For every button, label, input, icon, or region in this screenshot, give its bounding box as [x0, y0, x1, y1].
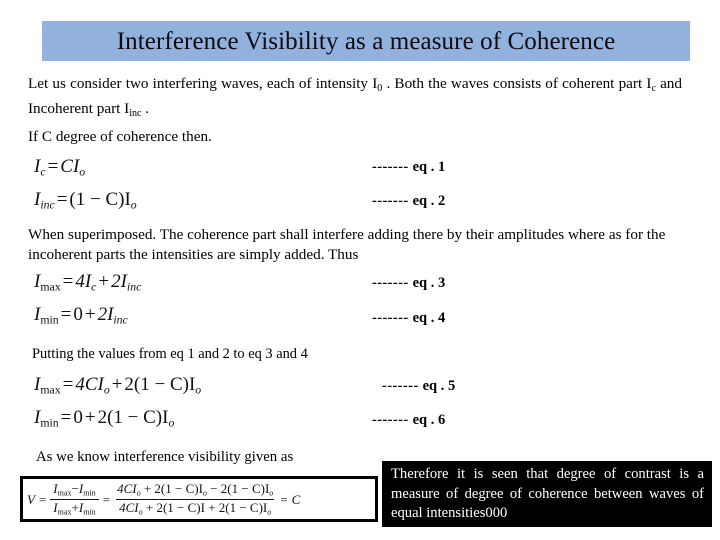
- equation-6-label: ------- eq . 6: [372, 413, 445, 428]
- f1n-a-sub: max: [57, 488, 72, 498]
- eq3-plus: +: [98, 271, 110, 292]
- visibility-v-symbol: V: [27, 491, 35, 507]
- visibility-formula-box: V = Imax−Imin Imax+Imin = 4CI o + 2(1 − C…: [20, 476, 378, 522]
- eq6-plus: +: [84, 407, 96, 428]
- f1d-b-sub: min: [83, 506, 96, 516]
- f2n-rest-a: + 2(1 − C)I: [140, 481, 203, 497]
- equation-3-label: ------- eq . 3: [372, 276, 445, 291]
- visibility-equals-3: =: [280, 491, 288, 507]
- intro-paragraph: Let us consider two interfering waves, e…: [28, 74, 682, 124]
- eq2-dashes: -------: [372, 193, 409, 209]
- equation-2-label: ------- eq . 2: [372, 194, 445, 209]
- eq1-rhs: CI: [60, 156, 80, 177]
- eq6-term1: 0: [73, 407, 83, 428]
- eq6-label-text: eq . 6: [412, 412, 446, 428]
- eq2-rhs-sub: o: [130, 198, 137, 212]
- eq4-term2-sub: inc: [113, 313, 128, 327]
- intro-subscript-inc: inc: [129, 107, 142, 119]
- equation-1: Ic = CIo: [34, 157, 85, 178]
- eq5-plus: +: [111, 374, 123, 395]
- eq1-dashes: -------: [372, 159, 409, 175]
- visibility-intro-line: As we know interference visibility given…: [36, 449, 294, 465]
- fraction-2-denominator: 4CIo + 2(1 − C)I + 2(1 − C)Io: [116, 498, 275, 516]
- f1d-a-sub: max: [57, 506, 72, 516]
- visibility-result: C: [291, 491, 301, 507]
- equation-3: Imax = 4Ic +2Iinc: [34, 272, 141, 293]
- eq1-label-text: eq . 1: [412, 159, 446, 175]
- eq3-lhs-sub: max: [40, 280, 61, 294]
- intro-text-d: .: [141, 99, 150, 117]
- eq5-term2: 2(1 − C)I: [124, 374, 196, 395]
- visibility-equals-1: =: [38, 491, 47, 507]
- slide-canvas: Interference Visibility as a measure of …: [0, 0, 720, 540]
- eq5-label-text: eq . 5: [422, 378, 456, 394]
- visibility-formula: V = Imax−Imin Imax+Imin = 4CI o + 2(1 − C…: [27, 481, 301, 516]
- f2n: 4CI: [117, 481, 137, 497]
- eq2-label-text: eq . 2: [412, 193, 446, 209]
- eq3-term1: 4I: [75, 271, 92, 292]
- eq5-equals: =: [62, 374, 74, 395]
- eq6-equals: =: [60, 407, 72, 428]
- eq2-rhs: (1 − C)I: [69, 189, 131, 210]
- f2d-rest-a: + 2(1 − C)I: [142, 499, 205, 515]
- eq1-lhs-sub: c: [40, 165, 46, 179]
- intro-text-b: . Both the waves consists of coherent pa…: [382, 75, 652, 92]
- eq2-equals: =: [56, 189, 68, 210]
- visibility-equals-2: =: [102, 491, 111, 507]
- f1n-b-sub: min: [83, 488, 96, 498]
- eq3-term2: 2I: [111, 271, 127, 292]
- f2d-rest-b-sub: o: [267, 506, 272, 516]
- putting-values-line: Putting the values from eq 1 and 2 to eq…: [32, 346, 308, 362]
- equation-1-label: ------- eq . 1: [372, 160, 445, 175]
- eq3-equals: =: [62, 271, 74, 292]
- eq4-term1: 0: [73, 304, 83, 325]
- equation-4-label: ------- eq . 4: [372, 311, 445, 326]
- eq4-dashes: -------: [372, 310, 409, 326]
- eq1-equals: =: [47, 156, 59, 177]
- f2n-rest-b: − 2(1 − C)I: [206, 481, 270, 497]
- equation-5: Imax = 4CIo +2(1 − C)Io: [34, 375, 201, 396]
- eq5-term1-sub: o: [103, 383, 110, 397]
- page-title: Interference Visibility as a measure of …: [116, 27, 616, 55]
- equation-6: Imin = 0 +2(1 − C)Io: [34, 408, 174, 429]
- intro-text-a: Let us consider two interfering waves, e…: [28, 75, 378, 92]
- equation-2: Iinc = (1 − C)Io: [34, 190, 137, 211]
- eq6-lhs-sub: min: [40, 416, 59, 430]
- eq5-lhs-sub: max: [40, 383, 61, 397]
- equation-4: Imin = 0 +2Iinc: [34, 305, 128, 326]
- conclusion-box: Therefore it is seen that degree of cont…: [382, 461, 712, 527]
- fraction-1-numerator: Imax−Imin: [50, 481, 98, 498]
- eq4-label-text: eq . 4: [412, 310, 446, 326]
- eq3-label-text: eq . 3: [412, 275, 446, 291]
- eq5-dashes: -------: [382, 378, 419, 394]
- eq4-equals: =: [60, 304, 72, 325]
- fraction-2-numerator: 4CIo + 2(1 − C)Io − 2(1 − C)Io: [114, 481, 276, 498]
- fraction-1-denominator: Imax+Imin: [50, 498, 99, 516]
- superimposed-paragraph: When superimposed. The coherence part sh…: [28, 226, 666, 263]
- eq6-term2-sub: o: [168, 416, 175, 430]
- f2d: 4CI: [119, 499, 139, 515]
- eq4-plus: +: [84, 304, 96, 325]
- f2n-rest-b-sub: o: [269, 488, 274, 498]
- f1d-op: +: [71, 499, 79, 515]
- eq6-dashes: -------: [372, 412, 409, 428]
- eq2-lhs-sub: inc: [40, 198, 55, 212]
- eq4-lhs-sub: min: [40, 313, 59, 327]
- f2d-rest-b: + 2(1 − C)I: [204, 499, 268, 515]
- eq6-term2: 2(1 − C)I: [97, 407, 169, 428]
- visibility-fraction-1: Imax−Imin Imax+Imin: [50, 481, 99, 516]
- equation-5-label: ------- eq . 5: [382, 379, 455, 394]
- eq4-term2: 2I: [97, 304, 114, 325]
- eq5-term2-sub: o: [195, 383, 202, 397]
- visibility-fraction-2: 4CIo + 2(1 − C)Io − 2(1 − C)Io 4CIo + 2(…: [114, 481, 276, 516]
- slide-title-band: Interference Visibility as a measure of …: [42, 21, 690, 61]
- degree-of-coherence-line: If C degree of coherence then.: [28, 128, 212, 145]
- f1n-op: −: [71, 481, 79, 497]
- eq3-dashes: -------: [372, 275, 409, 291]
- eq5-term1: 4CI: [75, 374, 104, 395]
- eq1-rhs-sub: o: [79, 165, 86, 179]
- eq3-term2-sub: inc: [126, 280, 142, 294]
